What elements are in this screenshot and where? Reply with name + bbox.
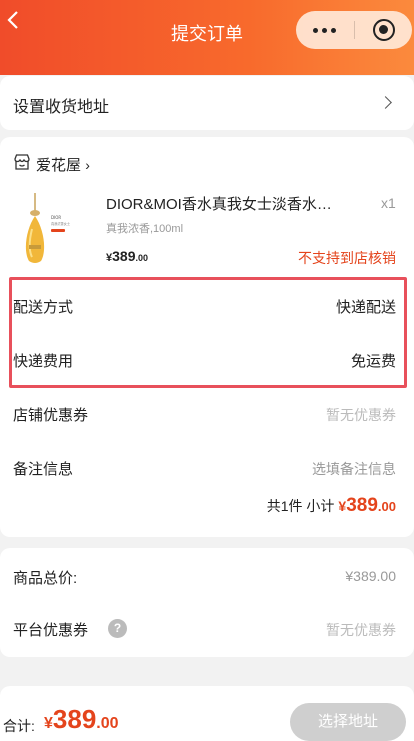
capsule-divider [354,21,355,39]
grand-total-value: ¥389.00 [44,704,119,734]
order-card: 爱花屋 › DIOR 真我浓香女士 DIOR&MOI香水真我女士淡香水持久 x1… [0,137,414,537]
perfume-product-image: DIOR 真我浓香女士 [13,189,85,269]
shipping-fee-label: 快递费用 [13,353,74,370]
store-coupon-label: 店铺优惠券 [13,407,89,424]
remark-label: 备注信息 [13,461,74,478]
order-subtotal: 共1件 小计 ¥389.00 [266,495,396,516]
shop-name[interactable]: 爱花屋 › [36,154,90,175]
goods-total-label: 商品总价: [13,570,78,587]
chevron-right-icon [379,96,392,109]
header-bar: 提交订单 [0,0,414,75]
remark-input[interactable]: 选填备注信息 [312,459,396,479]
shop-icon [14,154,30,170]
platform-coupon-value[interactable]: 暂无优惠券 [326,620,396,640]
platform-coupon-label: 平台优惠券 [13,622,89,639]
delivery-method-value[interactable]: 快递配送 [336,296,396,317]
svg-text:真我浓香女士: 真我浓香女士 [51,221,71,226]
store-coupon-value[interactable]: 暂无优惠券 [326,405,396,425]
help-question-icon[interactable]: ? [108,619,127,638]
svg-text:DIOR: DIOR [51,215,61,220]
totals-card: 商品总价: ¥389.00 平台优惠券 ? 暂无优惠券 [0,548,414,657]
product-quantity: x1 [381,195,396,211]
checkout-footer: 合计: ¥389.00 选择地址 [0,686,414,741]
store-redemption-note: 不支持到店核销 [298,250,396,266]
product-spec: 真我浓香,100ml [106,223,184,235]
goods-total-value: ¥389.00 [345,568,396,584]
more-options-icon[interactable] [313,28,336,33]
shipping-fee-value: 免运费 [350,353,396,370]
delivery-method-label: 配送方式 [13,299,74,316]
product-price: ¥389.00 [106,248,148,264]
delivery-highlight-box [9,277,407,388]
miniprogram-capsule [296,11,412,49]
close-target-icon[interactable] [373,19,395,41]
product-title[interactable]: DIOR&MOI香水真我女士淡香水持久 [106,193,342,214]
set-address-row[interactable]: 设置收货地址 [0,76,414,130]
select-address-button[interactable]: 选择地址 [290,703,406,741]
grand-total-label: 合计: [3,718,35,734]
set-address-label: 设置收货地址 [13,99,110,116]
